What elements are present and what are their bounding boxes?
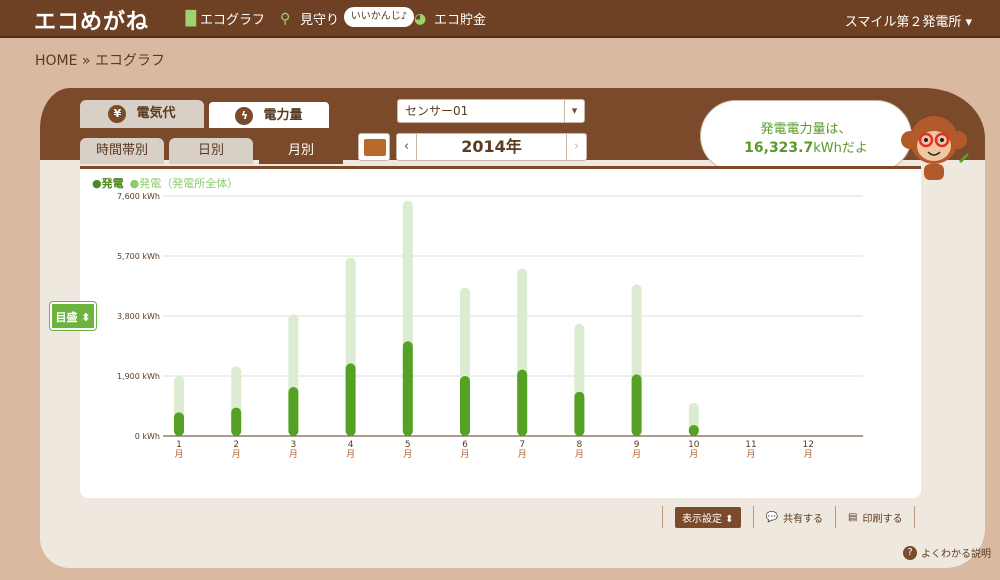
y-tick-label: 0 kWh	[135, 432, 160, 441]
bar-generation	[574, 391, 585, 436]
previous-year-button[interactable]: ‹	[397, 134, 417, 160]
x-tick-label: 8	[577, 440, 583, 450]
x-tick-label: 6	[462, 440, 468, 450]
share-button[interactable]: 💬 共有する	[752, 506, 835, 528]
footer-toolbar: 表示設定 ⬍ 💬 共有する ▤ 印刷する	[662, 506, 916, 528]
display-settings-label: 表示設定 ⬍	[675, 506, 741, 528]
x-tick-label: 3	[291, 440, 297, 450]
printer-icon: ▤	[848, 511, 858, 523]
x-tick-unit: 月	[575, 449, 584, 460]
bar-chart-icon: ▐▌	[180, 10, 202, 27]
x-tick-label: 1	[176, 440, 182, 450]
status-bubble: いいかんじ♪	[344, 7, 414, 27]
print-label: 印刷する	[862, 513, 903, 525]
question-icon: ?	[903, 545, 917, 560]
tab-hourly[interactable]: 時間帯別	[80, 138, 164, 164]
lightning-icon: ϟ	[235, 107, 254, 125]
x-tick-unit: 月	[403, 449, 412, 460]
speech-bubble-icon: 💬	[765, 511, 779, 523]
x-tick-label: 4	[348, 440, 354, 450]
chevron-down-icon: ▾	[564, 100, 584, 122]
bar-generation	[402, 341, 413, 436]
x-tick-label: 9	[634, 440, 640, 450]
x-tick-unit: 月	[174, 449, 183, 460]
tab-monthly[interactable]: 月別	[259, 138, 343, 164]
y-tick-label: 3,800 kWh	[117, 312, 160, 321]
bar-generation	[460, 376, 470, 436]
x-tick-unit: 月	[346, 449, 355, 460]
year-label: 2014年	[461, 137, 522, 156]
breadcrumb: HOME » エコグラフ	[35, 53, 165, 69]
x-tick-label: 2	[233, 440, 239, 450]
binoculars-icon: ⚲	[280, 10, 291, 27]
nav-eco-graph[interactable]: ▐▌ エコグラフ	[180, 9, 266, 29]
speech-unit: kWhだよ	[813, 141, 868, 156]
nav-label: エコグラフ	[200, 13, 266, 28]
yen-icon: ¥	[108, 105, 127, 123]
calendar-button[interactable]	[358, 133, 390, 161]
x-tick-label: 5	[405, 440, 411, 450]
piggy-icon: ◕	[414, 10, 427, 27]
scale-label: 目盛	[55, 311, 78, 324]
bar-generation	[174, 412, 184, 436]
bar-generation	[231, 407, 242, 436]
help-link[interactable]: ? よくわかる説明	[903, 545, 991, 560]
bar-generation	[517, 369, 528, 436]
x-tick-label: 7	[519, 440, 525, 450]
speech-value: 16,323.7	[744, 140, 814, 156]
bar-generation	[345, 363, 356, 436]
display-settings-button[interactable]: 表示設定 ⬍	[662, 506, 753, 528]
x-tick-label: 10	[688, 440, 700, 450]
tab-label: 電気代	[136, 106, 176, 121]
x-tick-unit: 月	[518, 449, 527, 460]
tab-power-amount[interactable]: ϟ 電力量	[207, 100, 331, 128]
tab-electricity-cost[interactable]: ¥ 電気代	[80, 100, 204, 128]
x-tick-unit: 月	[460, 449, 469, 460]
y-tick-label: 5,700 kWh	[117, 252, 160, 261]
y-tick-label: 7,600 kWh	[117, 192, 160, 201]
x-tick-label: 12	[802, 440, 813, 450]
summary-speech-bubble: 発電電力量は、 16,323.7kWhだよ	[700, 100, 912, 172]
next-year-button[interactable]: ›	[566, 134, 586, 160]
bar-generation	[288, 387, 299, 436]
speech-line1: 発電電力量は、	[760, 122, 852, 137]
print-button[interactable]: ▤ 印刷する	[835, 506, 916, 528]
tab-label: 電力量	[263, 108, 303, 123]
sensor-select[interactable]: センサー01 ▾	[397, 99, 585, 123]
nav-mimamori[interactable]: ⚲ 見守り	[280, 9, 340, 29]
x-tick-unit: 月	[689, 449, 698, 460]
help-label: よくわかる説明	[921, 549, 991, 560]
year-navigator: ‹ 2014年 ›	[396, 133, 587, 161]
x-tick-unit: 月	[746, 449, 755, 460]
x-tick-unit: 月	[632, 449, 641, 460]
y-tick-label: 1,900 kWh	[117, 372, 160, 381]
plant-selector[interactable]: スマイル第２発電所 ▾	[845, 11, 972, 30]
nav-eco-savings[interactable]: ◕ エコ貯金	[414, 9, 487, 29]
x-tick-unit: 月	[232, 449, 241, 460]
x-tick-label: 11	[745, 440, 756, 450]
nav-label: エコ貯金	[434, 13, 487, 28]
tab-daily[interactable]: 日別	[169, 138, 253, 164]
bar-generation	[688, 424, 699, 436]
monthly-power-chart: 0 kWh 1,900 kWh 3,800 kWh 5,700 kWh 7,600 kW…	[117, 192, 863, 460]
top-navigation-bar: エコめがね ▐▌ エコグラフ ⚲ 見守り いいかんじ♪ ◕ エコ貯金 スマイル第…	[0, 0, 1000, 38]
bar-generation	[631, 374, 642, 436]
calendar-icon	[364, 139, 386, 156]
x-tick-unit: 月	[289, 449, 298, 460]
nav-label: 見守り	[300, 13, 340, 28]
share-label: 共有する	[783, 513, 824, 525]
app-logo[interactable]: エコめがね	[34, 4, 149, 36]
sensor-value: センサー01	[405, 104, 469, 118]
x-tick-unit: 月	[804, 449, 813, 460]
